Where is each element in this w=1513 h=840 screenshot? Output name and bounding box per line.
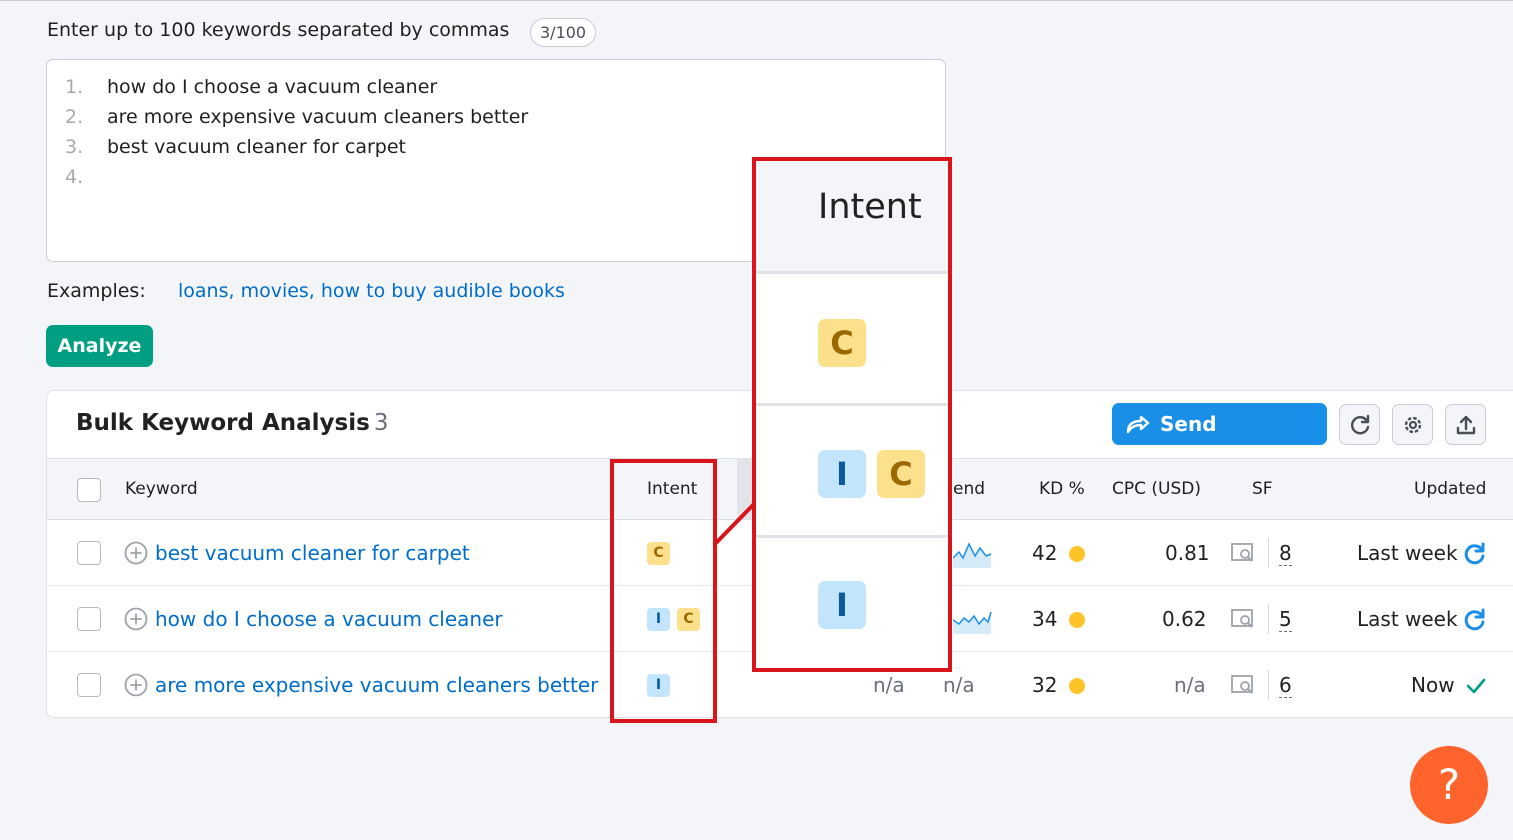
updated-value: Last week bbox=[1357, 607, 1458, 631]
keyword-line: 3. best vacuum cleaner for carpet bbox=[65, 132, 406, 162]
kd-value: 32 bbox=[1032, 673, 1058, 697]
refresh-icon[interactable] bbox=[1463, 608, 1487, 632]
share-arrow-icon bbox=[1126, 415, 1150, 434]
intent-zoom-callout: Intent C I C I bbox=[752, 157, 952, 672]
top-divider bbox=[0, 0, 1513, 1]
sf-count[interactable]: 5 bbox=[1279, 586, 1292, 652]
keyword-link[interactable]: best vacuum cleaner for carpet bbox=[155, 520, 470, 586]
cpc-value: 0.62 bbox=[1162, 607, 1207, 631]
zoom-row: I C bbox=[756, 406, 948, 538]
kd-indicator-dot bbox=[1069, 678, 1085, 694]
column-kd[interactable]: KD % bbox=[1039, 459, 1085, 519]
line-number: 4. bbox=[65, 166, 84, 188]
row-checkbox[interactable] bbox=[77, 607, 101, 631]
zoom-header: Intent bbox=[756, 161, 948, 274]
cpc-value: n/a bbox=[1174, 673, 1206, 697]
column-cpc[interactable]: CPC (USD) bbox=[1112, 459, 1201, 519]
add-to-list-icon[interactable] bbox=[124, 541, 148, 565]
select-all-checkbox[interactable] bbox=[77, 478, 101, 502]
column-keyword[interactable]: Keyword bbox=[125, 459, 198, 519]
zoom-intent-badge-informational: I bbox=[818, 581, 866, 629]
sf-count[interactable]: 8 bbox=[1279, 520, 1292, 586]
upload-icon bbox=[1456, 415, 1476, 435]
help-button[interactable]: ? bbox=[1410, 746, 1488, 824]
intent-column-highlight bbox=[610, 459, 717, 723]
add-to-list-icon[interactable] bbox=[124, 607, 148, 631]
export-button[interactable] bbox=[1445, 404, 1486, 445]
send-keywords-button[interactable]: Send keywords bbox=[1112, 403, 1327, 478]
zoom-intent-badge-commercial: C bbox=[877, 450, 925, 498]
sf-count-value: 5 bbox=[1279, 607, 1292, 632]
zoom-row: C bbox=[756, 274, 948, 406]
keyword-line: 2. are more expensive vacuum cleaners bet… bbox=[65, 102, 528, 132]
updated-value: Now bbox=[1411, 673, 1455, 697]
zoom-intent-badge-informational: I bbox=[818, 450, 866, 498]
sf-divider bbox=[1268, 538, 1269, 568]
keyword-link[interactable]: are more expensive vacuum cleaners bette… bbox=[155, 652, 598, 717]
line-text: best vacuum cleaner for carpet bbox=[107, 136, 407, 158]
kd-indicator-dot bbox=[1069, 546, 1085, 562]
kd-value: 42 bbox=[1032, 541, 1058, 565]
sf-count-value: 8 bbox=[1279, 541, 1292, 566]
line-text: are more expensive vacuum cleaners bette… bbox=[107, 106, 529, 128]
column-sf[interactable]: SF bbox=[1252, 459, 1273, 519]
line-number: 1. bbox=[65, 76, 84, 98]
keywords-input-label: Enter up to 100 keywords separated by co… bbox=[47, 19, 510, 41]
settings-button[interactable] bbox=[1392, 404, 1433, 445]
column-trend[interactable]: end bbox=[953, 459, 985, 519]
zoom-intent-badge-commercial: C bbox=[818, 319, 866, 367]
row-checkbox[interactable] bbox=[77, 673, 101, 697]
keyword-line: 4. bbox=[65, 162, 107, 192]
keyword-link[interactable]: how do I choose a vacuum cleaner bbox=[155, 586, 503, 652]
panel-title-text: Bulk Keyword Analysis bbox=[76, 410, 370, 436]
sf-count-value: 6 bbox=[1279, 673, 1292, 698]
line-number: 3. bbox=[65, 136, 84, 158]
panel-count: 3 bbox=[373, 410, 389, 436]
line-number: 2. bbox=[65, 106, 84, 128]
refresh-icon bbox=[1351, 414, 1370, 435]
refresh-button[interactable] bbox=[1339, 404, 1380, 445]
column-updated[interactable]: Updated bbox=[1414, 459, 1486, 519]
serp-feature-icon bbox=[1231, 609, 1253, 628]
kd-indicator-dot bbox=[1069, 612, 1085, 628]
kd-value: 34 bbox=[1032, 607, 1058, 631]
sf-divider bbox=[1268, 670, 1269, 700]
row-checkbox[interactable] bbox=[77, 541, 101, 565]
serp-feature-icon bbox=[1231, 675, 1253, 694]
zoom-header-label: Intent bbox=[818, 187, 922, 227]
zoom-row: I bbox=[756, 538, 948, 670]
line-text: how do I choose a vacuum cleaner bbox=[107, 76, 438, 98]
examples-link[interactable]: loans, movies, how to buy audible books bbox=[178, 280, 565, 302]
panel-title: Bulk Keyword Analysis 3 bbox=[76, 410, 388, 436]
refresh-icon[interactable] bbox=[1463, 542, 1487, 566]
keyword-count-badge: 3/100 bbox=[530, 18, 597, 47]
analyze-button[interactable]: Analyze bbox=[46, 325, 153, 367]
check-icon bbox=[1466, 678, 1486, 694]
trend-sparkline bbox=[953, 542, 992, 568]
updated-value: Last week bbox=[1357, 541, 1458, 565]
keyword-line: 1. how do I choose a vacuum cleaner bbox=[65, 72, 437, 102]
gear-icon bbox=[1404, 416, 1422, 434]
examples-label: Examples: bbox=[47, 280, 146, 302]
cpc-value: 0.81 bbox=[1165, 541, 1210, 565]
trend-sparkline bbox=[953, 611, 992, 634]
add-to-list-icon[interactable] bbox=[124, 673, 148, 697]
serp-feature-icon bbox=[1231, 543, 1253, 562]
sf-count[interactable]: 6 bbox=[1279, 652, 1292, 717]
sf-divider bbox=[1268, 604, 1269, 634]
